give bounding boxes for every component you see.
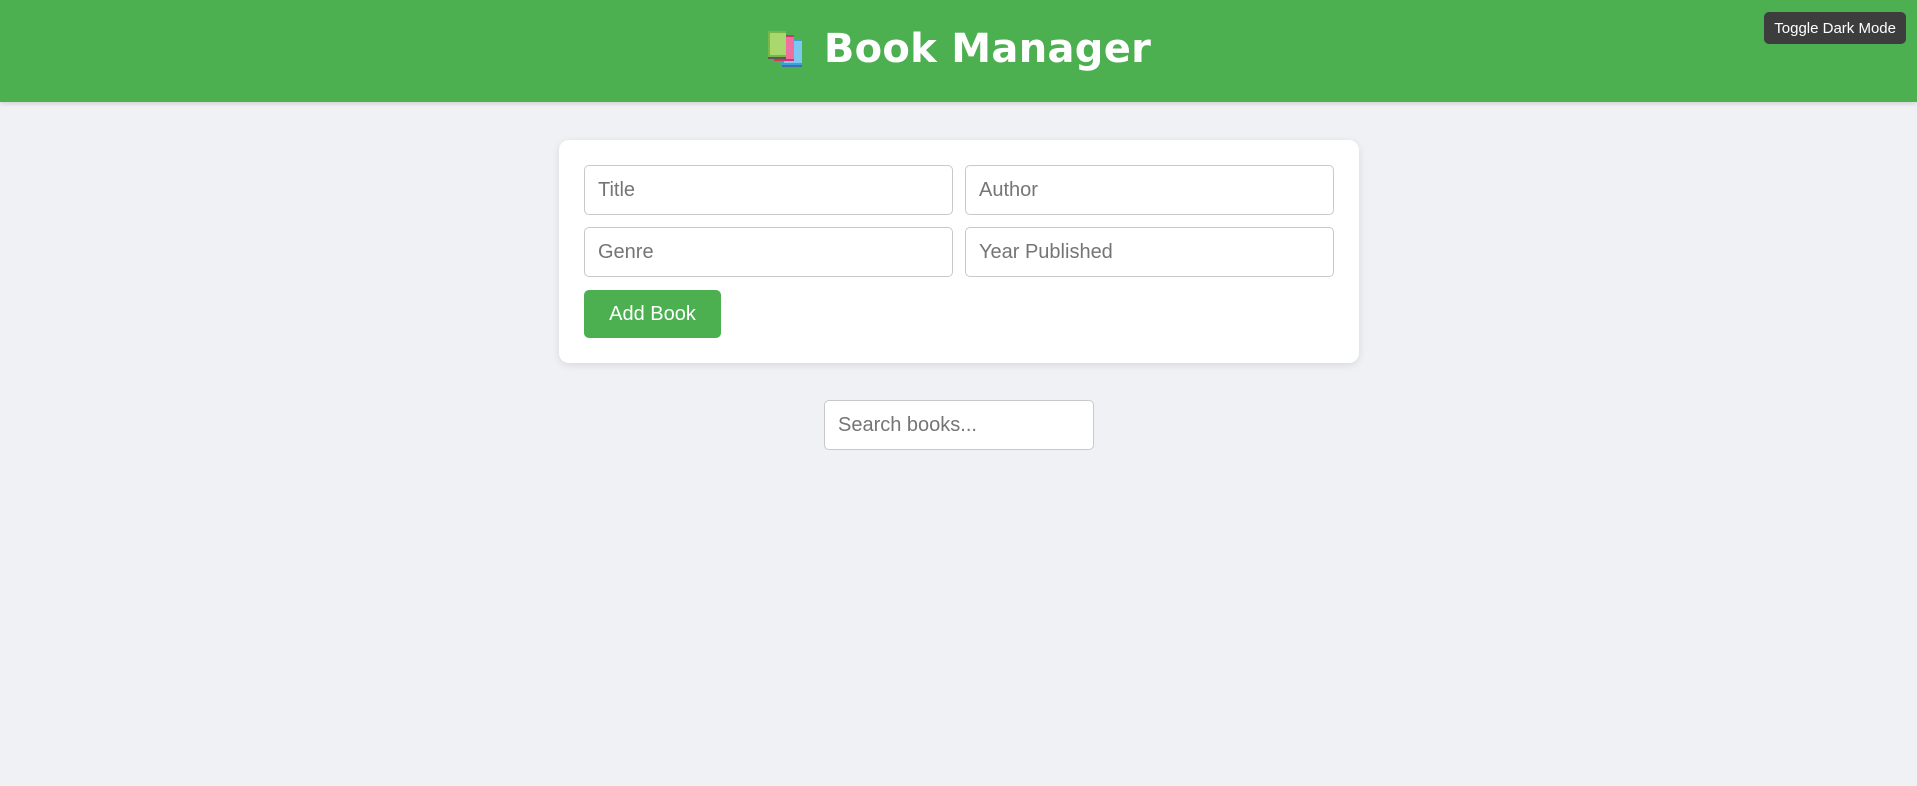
- add-book-form: Add Book: [559, 140, 1359, 363]
- author-input[interactable]: [965, 165, 1334, 215]
- toggle-dark-mode-button[interactable]: Toggle Dark Mode: [1764, 12, 1906, 44]
- books-icon: [766, 29, 806, 69]
- add-book-button[interactable]: Add Book: [584, 290, 721, 338]
- year-published-input[interactable]: [965, 227, 1334, 277]
- search-input[interactable]: [824, 400, 1094, 450]
- page-title: Book Manager: [823, 26, 1152, 72]
- genre-input[interactable]: [584, 227, 953, 277]
- title-input[interactable]: [584, 165, 953, 215]
- header-title-group: Book Manager: [0, 26, 1917, 72]
- app-header: Book Manager Toggle Dark Mode: [0, 0, 1917, 102]
